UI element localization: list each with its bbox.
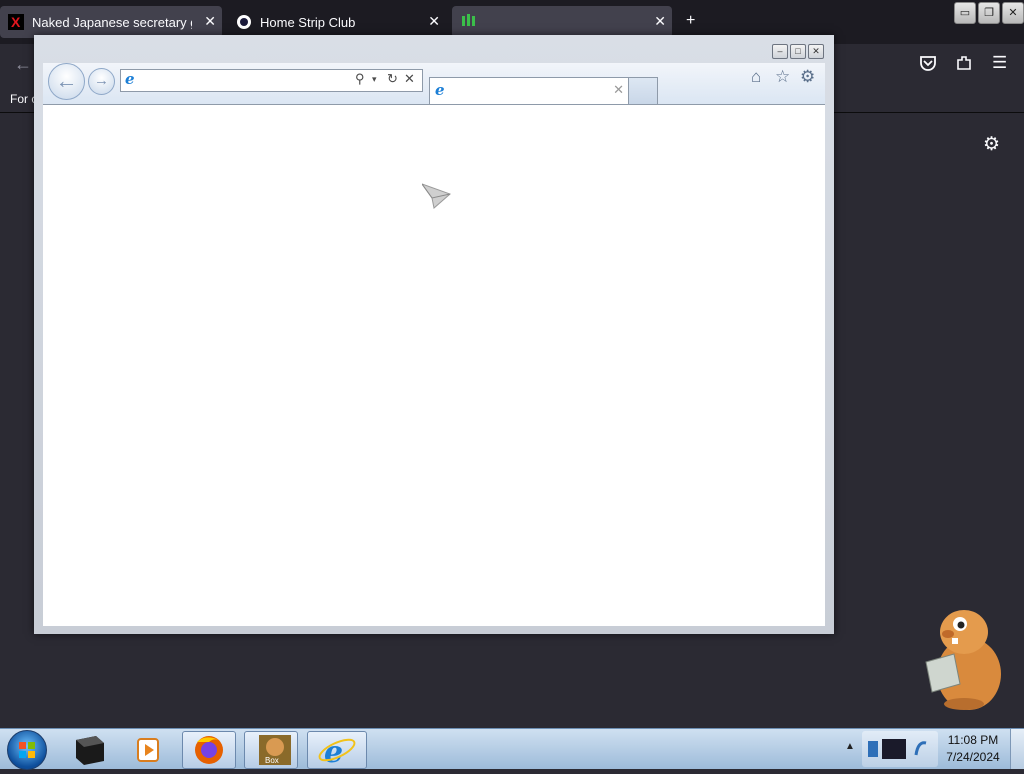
firefox-icon [195, 736, 223, 764]
address-input[interactable] [143, 72, 352, 89]
ie-new-tab-button[interactable] [628, 77, 658, 104]
firefox-tab-3[interactable]: ✕ [452, 6, 672, 38]
ie-page-icon: e [435, 81, 445, 99]
firefox-window-controls: ▭ ❐ ✕ [954, 2, 1024, 24]
chevron-down-icon[interactable]: ▾ [372, 74, 377, 85]
tools-gear-icon[interactable]: ⚙ [800, 67, 815, 87]
restore-button[interactable]: ❐ [978, 2, 1000, 24]
favorites-star-icon[interactable]: ☆ [775, 67, 790, 87]
firefox-tab-2[interactable]: Home Strip Club ✕ [228, 6, 446, 38]
stop-icon[interactable]: ✕ [404, 71, 415, 87]
internet-explorer-icon: e [318, 735, 356, 770]
close-button[interactable]: ✕ [1002, 2, 1024, 24]
ie-maximize-button[interactable]: □ [790, 44, 806, 59]
home-icon[interactable]: ⌂ [751, 67, 761, 87]
pocket-icon[interactable] [919, 54, 937, 77]
close-icon[interactable]: ✕ [204, 13, 216, 30]
forward-arrow-icon: → [94, 72, 109, 89]
taskbar-item-firefox[interactable] [182, 731, 236, 769]
tray-expand-icon[interactable]: ▲ [845, 741, 855, 752]
black-cube-icon [76, 736, 104, 765]
show-desktop-button[interactable] [1010, 729, 1024, 769]
taskbar-item-media-player[interactable] [124, 731, 176, 767]
svg-text:e: e [324, 735, 343, 768]
ie-close-button[interactable]: ✕ [808, 44, 824, 59]
windows-logo-icon [19, 742, 35, 758]
refresh-icon[interactable]: ↻ [387, 71, 398, 87]
clock-date: 7/24/2024 [946, 750, 1000, 764]
ie-caption-buttons: – □ ✕ [772, 44, 824, 59]
media-player-icon [137, 738, 159, 762]
taskbar-item-internet-explorer[interactable]: e [307, 731, 367, 770]
firefox-tab-1-label: Naked Japanese secretary get u [32, 14, 192, 30]
tray-device-icon[interactable] [868, 741, 878, 757]
paper-plane-cursor-icon [422, 183, 451, 209]
close-icon[interactable]: ✕ [654, 13, 666, 30]
firefox-tab-2-label: Home Strip Club [260, 14, 356, 30]
ie-minimize-button[interactable]: – [772, 44, 788, 59]
clock-time: 11:08 PM [947, 733, 999, 747]
firefox-tab-1[interactable]: X Naked Japanese secretary get u ✕ [0, 6, 222, 38]
bonzi-box-icon: Box [259, 735, 291, 765]
taskbar-clock[interactable]: 11:08 PM 7/24/2024 [940, 732, 1006, 766]
extensions-icon[interactable] [955, 54, 973, 77]
menu-icon[interactable]: ☰ [992, 53, 1007, 73]
taskbar-item-cube[interactable] [64, 731, 116, 767]
ie-toolbar: ← → e ⚲ ▾ ↻ ✕ e ✕ ⌂ ☆ ⚙ [43, 63, 825, 104]
svg-text:X: X [11, 14, 21, 30]
ie-page-icon: e [125, 70, 135, 88]
svg-text:Box: Box [265, 756, 279, 765]
new-tab-icon[interactable]: + [686, 12, 695, 30]
close-icon[interactable]: ✕ [428, 13, 440, 30]
address-bar[interactable]: e ⚲ ▾ ↻ ✕ [120, 69, 423, 92]
system-tray [862, 731, 938, 767]
forward-button[interactable]: → [88, 68, 115, 95]
close-icon[interactable]: ✕ [613, 82, 624, 98]
circle-favicon-icon [236, 14, 252, 30]
back-button[interactable]: ← [48, 63, 85, 100]
minimize-button[interactable]: ▭ [954, 2, 976, 24]
search-icon[interactable]: ⚲ [355, 71, 365, 87]
back-arrow-icon: ← [55, 68, 78, 93]
x-red-icon: X [8, 14, 24, 30]
gear-icon[interactable]: ⚙ [983, 133, 1000, 156]
ie-content-area[interactable] [43, 104, 825, 626]
tray-network-icon[interactable] [914, 741, 927, 756]
back-arrow-icon[interactable]: ← [14, 54, 32, 75]
tray-monitor-icon[interactable] [882, 739, 906, 759]
taskbar-item-bonzi-box[interactable]: Box [244, 731, 298, 769]
ie-tab[interactable]: e ✕ [429, 77, 629, 104]
green-figure-icon [460, 14, 476, 30]
ie-window: – □ ✕ ← → e ⚲ ▾ ↻ ✕ e ✕ ⌂ ☆ ⚙ [34, 35, 834, 634]
start-button[interactable] [7, 730, 47, 770]
bonzi-gopher-mascot-icon[interactable] [914, 604, 1014, 714]
taskbar: Box e ▲ 11:08 PM 7/24/2024 [0, 728, 1024, 770]
